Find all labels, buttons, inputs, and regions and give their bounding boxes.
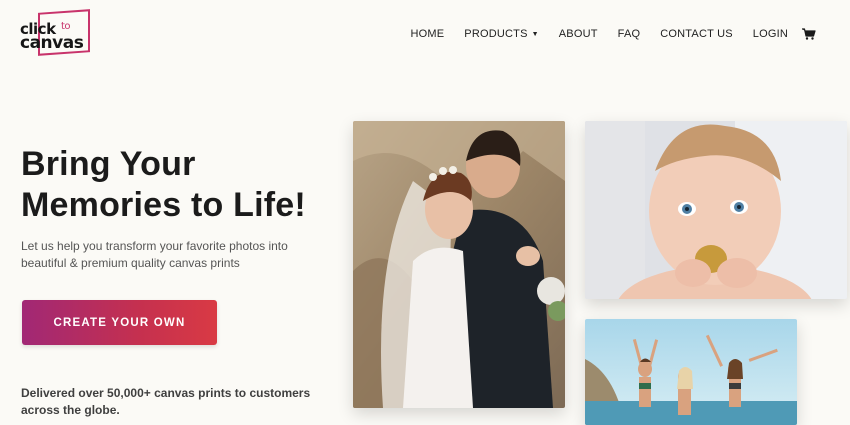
logo-word-to: to [61,21,71,32]
main-nav: HOME PRODUCTS ▼ ABOUT FAQ CONTACT US LOGI… [410,26,788,42]
hero-headline-line2: Memories to Life! [21,186,306,224]
baby-photo [585,121,847,299]
delivered-line1: Delivered over 50,000+ canvas prints to … [21,386,311,400]
logo-word-canvas: canvas [20,33,84,53]
beach-friends-photo [585,319,797,425]
nav-faq-label: FAQ [617,28,641,40]
hero-subtext-line1: Let us help you transform your favorite … [21,239,288,253]
caret-down-icon: ▼ [531,30,539,38]
nav-faq[interactable]: FAQ [618,28,641,40]
hero-subtext: Let us help you transform your favorite … [21,238,321,272]
site-logo[interactable]: click to canvas [20,9,92,57]
hero-headline: Bring Your Memories to Life! [21,144,351,226]
nav-about-label: ABOUT [558,28,598,40]
nav-contact-label: CONTACT US [660,28,733,40]
wedding-couple-photo [353,121,565,408]
create-your-own-button[interactable]: CREATE YOUR OWN [22,300,217,345]
hero-headline-line1: Bring Your [21,145,196,183]
nav-products-label: PRODUCTS [464,28,528,40]
delivered-line2: across the globe. [21,403,120,417]
nav-login-label: LOGIN [752,28,788,40]
nav-home[interactable]: HOME [410,28,444,40]
nav-contact-us[interactable]: CONTACT US [660,28,733,40]
shopping-cart-icon[interactable] [802,27,816,40]
delivered-stat: Delivered over 50,000+ canvas prints to … [21,385,331,419]
nav-home-label: HOME [410,28,445,40]
nav-about[interactable]: ABOUT [559,28,598,40]
nav-login[interactable]: LOGIN [753,28,788,40]
nav-products[interactable]: PRODUCTS ▼ [464,28,538,40]
hero-subtext-line2: beautiful & premium quality canvas print… [21,256,240,270]
